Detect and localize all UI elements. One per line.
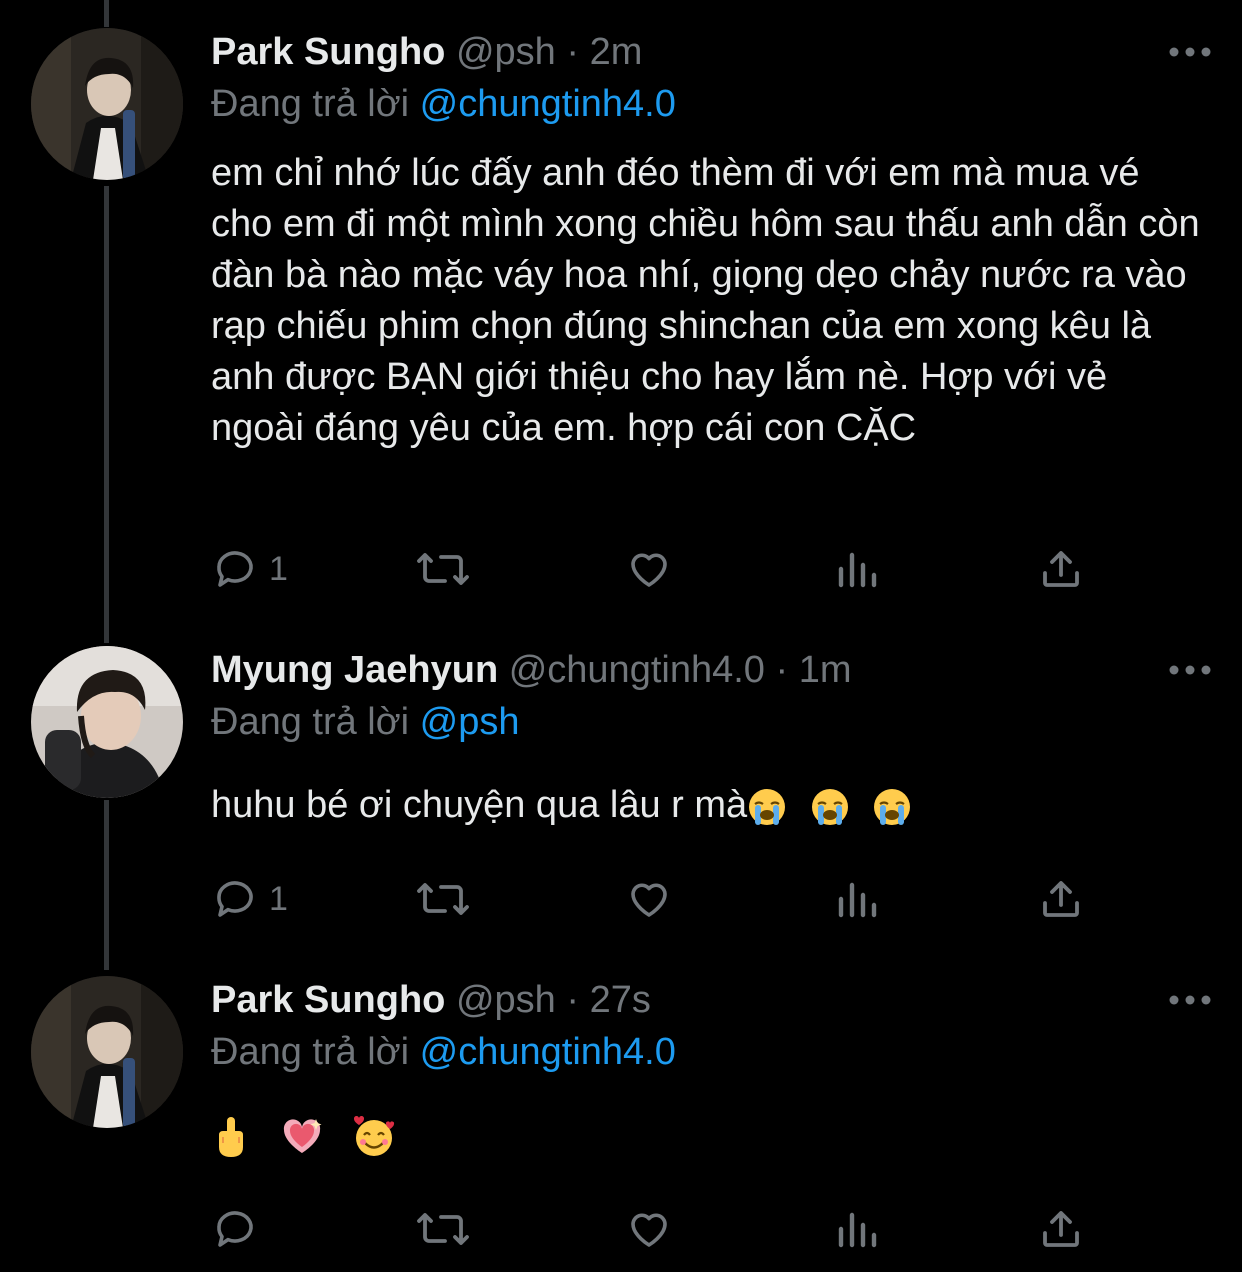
- user-handle[interactable]: @psh: [456, 31, 556, 73]
- display-name[interactable]: Park Sungho: [211, 979, 445, 1021]
- reply-count: 1: [269, 879, 288, 918]
- mention-link[interactable]: @chungtinh4.0: [420, 83, 676, 125]
- loudly-crying-face-emoji: [749, 788, 786, 825]
- more-dots-icon[interactable]: [1168, 658, 1212, 682]
- reply-button[interactable]: 1: [211, 542, 288, 596]
- reply-count: 1: [269, 549, 288, 588]
- smiling-face-with-hearts-emoji: [354, 1115, 395, 1156]
- action-bar: 1: [211, 542, 1111, 596]
- separator-dot: ·: [775, 649, 789, 691]
- views-button[interactable]: [833, 872, 881, 926]
- tweet-emoji-row: [211, 1110, 1201, 1161]
- loudly-crying-face-emoji: [874, 788, 911, 825]
- avatar[interactable]: [31, 646, 183, 798]
- tweet-text: huhu bé ơi chuyện qua lâu r mà: [211, 784, 748, 826]
- middle-finger-emoji: [219, 1116, 243, 1157]
- like-icon: [631, 553, 667, 587]
- timestamp[interactable]: 27s: [590, 979, 651, 1021]
- share-icon: [1043, 881, 1079, 917]
- avatar[interactable]: [31, 976, 183, 1128]
- views-icon: [838, 552, 877, 588]
- separator-dot: ·: [566, 979, 579, 1021]
- reply-button[interactable]: 1: [211, 872, 288, 926]
- retweet-icon: [417, 883, 469, 915]
- share-icon: [1043, 551, 1079, 587]
- avatar[interactable]: [31, 28, 183, 180]
- views-icon: [838, 1212, 877, 1248]
- display-name[interactable]: Park Sungho: [211, 31, 445, 73]
- replying-label: Đang trả lời: [211, 83, 410, 125]
- like-button[interactable]: [625, 872, 673, 926]
- mention-link[interactable]: @psh: [420, 701, 520, 743]
- tweet[interactable]: Myung Jaehyun @chungtinh4.0 · 1m Đang tr…: [0, 640, 1242, 970]
- tweet-header: Myung Jaehyun @chungtinh4.0 · 1m: [211, 644, 1242, 696]
- retweet-icon: [417, 553, 469, 585]
- like-icon: [631, 883, 667, 917]
- retweet-icon: [417, 1213, 469, 1245]
- tweet[interactable]: Park Sungho @psh · 2m Đang trả lời @chun…: [0, 0, 1242, 640]
- retweet-button[interactable]: [415, 1202, 471, 1256]
- share-button[interactable]: [1037, 542, 1085, 596]
- loudly-crying-face-emoji: [811, 788, 848, 825]
- replying-label: Đang trả lời: [211, 1031, 410, 1073]
- user-handle[interactable]: @chungtinh4.0: [509, 649, 765, 691]
- separator-dot: ·: [566, 31, 579, 73]
- timestamp[interactable]: 1m: [799, 649, 852, 691]
- tweet-text-row: huhu bé ơi chuyện qua lâu r mà: [211, 780, 1201, 831]
- views-icon: [838, 882, 877, 918]
- reply-icon: [217, 551, 253, 587]
- share-button[interactable]: [1037, 872, 1085, 926]
- like-icon: [631, 1213, 667, 1247]
- share-icon: [1043, 1211, 1079, 1247]
- like-button[interactable]: [625, 542, 673, 596]
- more-dots-icon[interactable]: [1168, 40, 1212, 64]
- replying-to: Đang trả lời @psh: [211, 696, 520, 748]
- views-button[interactable]: [833, 1202, 881, 1256]
- reply-icon: [217, 1211, 253, 1247]
- share-button[interactable]: [1037, 1202, 1085, 1256]
- tweet-header: Park Sungho @psh · 27s: [211, 974, 1242, 1026]
- mention-link[interactable]: @chungtinh4.0: [420, 1031, 676, 1073]
- display-name[interactable]: Myung Jaehyun: [211, 649, 498, 691]
- reply-button[interactable]: [211, 1202, 269, 1256]
- action-bar: 1: [211, 872, 1111, 926]
- retweet-button[interactable]: [415, 542, 471, 596]
- action-bar: [211, 1202, 1111, 1256]
- timestamp[interactable]: 2m: [590, 31, 643, 73]
- tweet[interactable]: Park Sungho @psh · 27s Đang trả lời @chu…: [0, 970, 1242, 1272]
- sparkling-heart-emoji: [283, 1118, 322, 1153]
- user-handle[interactable]: @psh: [456, 979, 556, 1021]
- replying-label: Đang trả lời: [211, 701, 410, 743]
- replying-to: Đang trả lời @chungtinh4.0: [211, 1026, 676, 1078]
- reply-icon: [217, 881, 253, 917]
- tweet-header: Park Sungho @psh · 2m: [211, 26, 1242, 78]
- retweet-button[interactable]: [415, 872, 471, 926]
- views-button[interactable]: [833, 542, 881, 596]
- more-dots-icon[interactable]: [1168, 988, 1212, 1012]
- tweet-text: em chỉ nhớ lúc đấy anh đéo thèm đi với e…: [211, 152, 1200, 449]
- replying-to: Đang trả lời @chungtinh4.0: [211, 78, 676, 130]
- like-button[interactable]: [625, 1202, 673, 1256]
